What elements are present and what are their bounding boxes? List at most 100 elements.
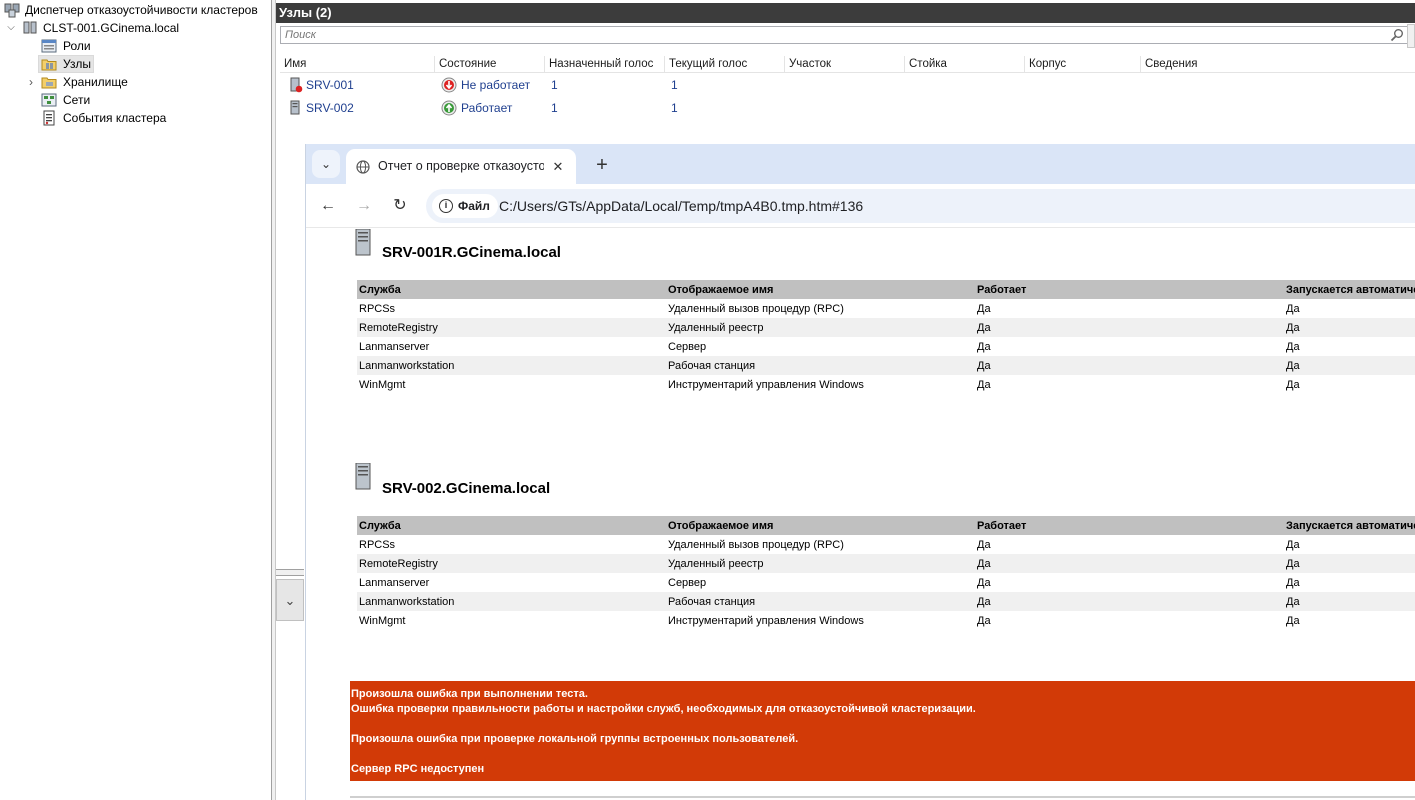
table-cell: Да — [1284, 318, 1415, 337]
tree-item-label: Узлы — [63, 57, 91, 71]
table-row: Lanmanserver Сервер Да Да — [357, 573, 1415, 592]
tree-cluster[interactable]: ⌵ CLST-001.GCinema.local — [0, 19, 270, 37]
table-cell: Да — [977, 614, 991, 627]
storage-folder-icon — [41, 77, 57, 89]
table-header: Служба — [357, 280, 666, 299]
column-header-current-vote[interactable]: Текущий голос — [665, 56, 785, 72]
globe-icon — [356, 160, 370, 174]
error-line: Сервер RPC недоступен — [351, 763, 485, 775]
table-cell: Да — [977, 340, 991, 353]
table-cell: RemoteRegistry — [357, 318, 666, 337]
column-header-name[interactable]: Имя — [280, 56, 435, 72]
networks-icon — [41, 93, 57, 107]
table-header: Запускается автоматически — [1284, 516, 1415, 535]
error-line: Произошла ошибка при выполнении теста. — [351, 688, 588, 700]
arrow-up-status-icon — [441, 100, 457, 116]
cluster-icon — [23, 21, 37, 34]
error-line: Ошибка проверки правильности работы и на… — [351, 703, 976, 715]
tree-item-storage[interactable]: › Хранилище — [0, 73, 270, 91]
cluster-manager-icon — [4, 3, 20, 18]
tree-item-label: Роли — [63, 39, 91, 53]
table-cell: Да — [1286, 378, 1300, 391]
table-cell: Lanmanserver — [359, 576, 430, 589]
tab-report[interactable]: Отчет о проверке отказоустойчивости ✕ — [346, 149, 576, 184]
reload-button[interactable]: ↻ — [386, 192, 414, 220]
table-cell: Инструментарий управления Windows — [668, 378, 864, 391]
table-header: Работает — [975, 516, 1284, 535]
table-cell: Удаленный реестр — [666, 318, 975, 337]
error-message-box: Произошла ошибка при выполнении теста. О… — [350, 681, 1415, 781]
tree-item-roles[interactable]: Роли — [0, 37, 270, 55]
browser-window: ⌄ Отчет о проверке отказоустойчивости ✕ … — [305, 144, 1415, 800]
tab-title: Отчет о проверке отказоустойчивости — [378, 159, 544, 173]
new-tab-button[interactable]: + — [588, 151, 616, 179]
roles-icon — [41, 39, 57, 53]
table-cell: Да — [975, 356, 1284, 375]
table-cell: RemoteRegistry — [357, 554, 666, 573]
node-name[interactable]: SRV-001 — [306, 75, 354, 95]
table-header: Отображаемое имя — [666, 280, 975, 299]
search-input[interactable] — [281, 27, 1381, 43]
node-status: Не работает — [461, 78, 531, 92]
chevron-down-icon[interactable]: ⌵ — [5, 19, 17, 37]
nodes-folder-icon — [41, 59, 57, 71]
table-row[interactable]: SRV-002 Работает 1 1 — [280, 98, 1410, 118]
node-assigned-vote: 1 — [551, 101, 558, 115]
table-row: Lanmanworkstation Рабочая станция Да Да — [357, 592, 1415, 611]
table-cell: Lanmanworkstation — [357, 356, 666, 375]
tree-item-networks[interactable]: Сети — [0, 91, 270, 109]
column-header-assigned-vote[interactable]: Назначенный голос — [545, 56, 665, 72]
server-icon — [355, 229, 371, 256]
column-header-rack[interactable]: Стойка — [905, 56, 1025, 72]
tree-item-cluster-events[interactable]: События кластера — [0, 109, 270, 127]
table-cell: Удаленный реестр — [666, 554, 975, 573]
chip-label: Файл — [458, 199, 490, 213]
column-header-chassis[interactable]: Корпус — [1025, 56, 1141, 72]
table-cell: WinMgmt — [359, 378, 406, 391]
column-header-site[interactable]: Участок — [785, 56, 905, 72]
server-heading: SRV-001R.GCinema.local — [382, 244, 561, 261]
forward-button[interactable]: → — [350, 192, 378, 220]
tab-search-button[interactable]: ⌄ — [312, 150, 340, 178]
column-header-info[interactable]: Сведения — [1141, 56, 1411, 72]
tree-item-nodes[interactable]: Узлы — [0, 55, 270, 73]
table-cell: RPCSs — [359, 538, 396, 551]
scrollbar[interactable] — [1407, 24, 1415, 48]
table-cell: Да — [1284, 554, 1415, 573]
table-cell: Да — [1286, 302, 1300, 315]
navigation-bar: ← → ↻ i Файл C:/Users/GTs/AppData/Local/… — [306, 184, 1415, 228]
table-cell: Удаленный вызов процедур (RPC) — [668, 538, 844, 551]
table-row: Lanmanserver Сервер Да Да — [357, 337, 1415, 356]
expand-details-button[interactable]: ⌄ — [276, 579, 304, 621]
table-cell: Да — [975, 318, 1284, 337]
site-info-chip[interactable]: i Файл — [432, 194, 498, 218]
column-header-status[interactable]: Состояние — [435, 56, 545, 72]
search-icon[interactable] — [1390, 28, 1404, 42]
chevron-right-icon[interactable]: › — [25, 73, 37, 91]
chevron-down-icon: ⌄ — [284, 593, 296, 608]
tree-root[interactable]: Диспетчер отказоустойчивости кластеров — [0, 1, 270, 19]
table-row[interactable]: SRV-001 Не работает 1 1 — [280, 75, 1410, 95]
table-cell: WinMgmt — [359, 614, 406, 627]
node-name[interactable]: SRV-002 — [306, 98, 354, 118]
server-down-icon — [290, 77, 303, 93]
event-log-icon — [43, 110, 55, 126]
close-icon[interactable]: ✕ — [550, 159, 566, 175]
address-bar[interactable]: i Файл C:/Users/GTs/AppData/Local/Temp/t… — [426, 189, 1415, 223]
tree-root-label: Диспетчер отказоустойчивости кластеров — [25, 3, 258, 17]
back-button[interactable]: ← — [314, 192, 342, 220]
table-cell: Да — [977, 378, 991, 391]
details-splitter[interactable] — [276, 569, 304, 576]
table-cell: RPCSs — [359, 302, 396, 315]
table-cell: Да — [1286, 614, 1300, 627]
table-cell: Да — [1286, 538, 1300, 551]
url-text[interactable]: C:/Users/GTs/AppData/Local/Temp/tmpA4B0.… — [499, 189, 863, 223]
search-box[interactable] — [280, 26, 1408, 44]
table-row: RPCSs Удаленный вызов процедур (RPC) Да Да — [357, 299, 1415, 318]
table-header: Работает — [975, 280, 1284, 299]
table-cell: Да — [977, 576, 991, 589]
table-header: Отображаемое имя — [666, 516, 975, 535]
arrow-down-status-icon — [441, 77, 457, 93]
server-icon — [290, 100, 300, 115]
error-line — [351, 747, 1415, 762]
